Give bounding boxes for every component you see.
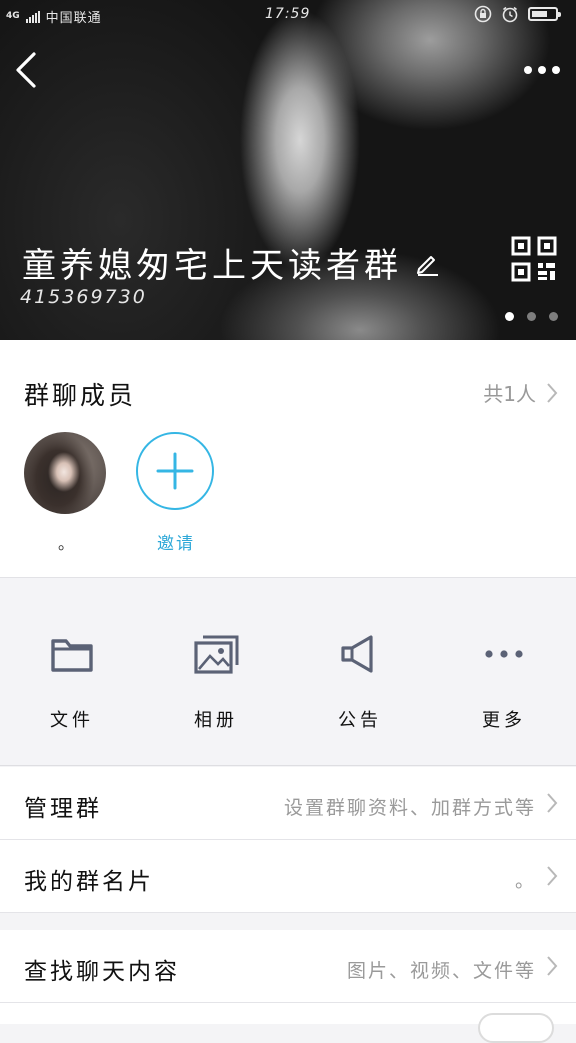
signal-icon xyxy=(25,10,40,23)
carrier-name: 中国联通 xyxy=(45,11,102,26)
edit-pencil-icon[interactable] xyxy=(414,250,440,276)
group-header-banner: 4G 中国联通 17:59 童养媳匆宅上天读者群 415369730 xyxy=(0,0,576,340)
group-id: 415369730 xyxy=(20,286,147,308)
back-arrow-icon[interactable] xyxy=(10,48,44,92)
action-label: 文件 xyxy=(50,710,94,731)
row-value: 图片、视频、文件等 xyxy=(346,960,536,982)
row-label: 管理群 xyxy=(24,796,102,822)
chevron-right-icon xyxy=(547,382,558,403)
action-label: 公告 xyxy=(338,710,382,731)
chevron-right-icon xyxy=(547,793,558,813)
status-time: 17:59 xyxy=(265,6,311,22)
member-avatar[interactable] xyxy=(24,432,106,514)
page-dot xyxy=(549,312,558,321)
my-group-card-row[interactable]: 我的群名片 。 xyxy=(0,840,576,912)
dot xyxy=(552,66,560,74)
chevron-right-icon xyxy=(547,956,558,976)
action-label: 相册 xyxy=(194,710,238,731)
chevron-right-icon xyxy=(547,866,558,886)
alarm-icon xyxy=(502,6,518,23)
row-value: 设置群聊资料、加群方式等 xyxy=(283,797,536,819)
group-title: 童养媳匆宅上天读者群 xyxy=(22,238,440,287)
member-count-link[interactable]: 共1人 xyxy=(483,378,558,407)
action-announcement[interactable]: 公告 xyxy=(288,578,432,765)
manage-group-row[interactable]: 管理群 设置群聊资料、加群方式等 xyxy=(0,767,576,839)
status-right xyxy=(474,5,561,23)
rotation-lock-icon xyxy=(474,5,492,23)
members-section: 群聊成员 共1人 。 邀请 xyxy=(0,340,576,578)
quick-actions: 文件 相册 公告 更多 xyxy=(0,578,576,766)
photo-album-icon xyxy=(194,635,239,674)
action-files[interactable]: 文件 xyxy=(0,578,144,765)
dot xyxy=(524,66,532,74)
action-more[interactable]: 更多 xyxy=(432,578,576,765)
network-type: 4G xyxy=(6,11,20,21)
banner-page-indicator xyxy=(505,312,558,321)
status-left: 4G 中国联通 xyxy=(6,7,102,26)
more-dots-icon xyxy=(485,650,523,658)
action-label: 更多 xyxy=(482,710,526,731)
dot xyxy=(538,66,546,74)
group-name: 童养媳匆宅上天读者群 xyxy=(22,246,402,286)
qr-code-icon[interactable] xyxy=(511,236,557,282)
status-bar: 4G 中国联通 17:59 xyxy=(0,0,576,30)
invite-button[interactable] xyxy=(136,432,214,510)
plus-icon xyxy=(156,452,194,490)
member-name: 。 xyxy=(58,534,75,553)
members-title: 群聊成员 xyxy=(24,381,137,410)
more-options-button[interactable] xyxy=(520,56,564,84)
row-value: 。 xyxy=(514,870,536,892)
page-dot xyxy=(527,312,536,321)
row-label: 查找聊天内容 xyxy=(24,959,180,985)
battery-icon xyxy=(528,7,561,21)
row-label: 我的群名片 xyxy=(24,869,154,895)
folder-icon xyxy=(51,639,93,672)
divider xyxy=(0,912,576,913)
megaphone-icon xyxy=(341,635,373,673)
partial-row xyxy=(0,1003,576,1043)
action-album[interactable]: 相册 xyxy=(144,578,288,765)
search-chat-content-row[interactable]: 查找聊天内容 图片、视频、文件等 xyxy=(0,930,576,1002)
toggle-switch[interactable] xyxy=(478,1013,554,1043)
invite-label: 邀请 xyxy=(157,534,195,554)
battery-fill xyxy=(532,11,547,17)
page-dot xyxy=(505,312,514,321)
member-count: 共1人 xyxy=(483,382,536,406)
